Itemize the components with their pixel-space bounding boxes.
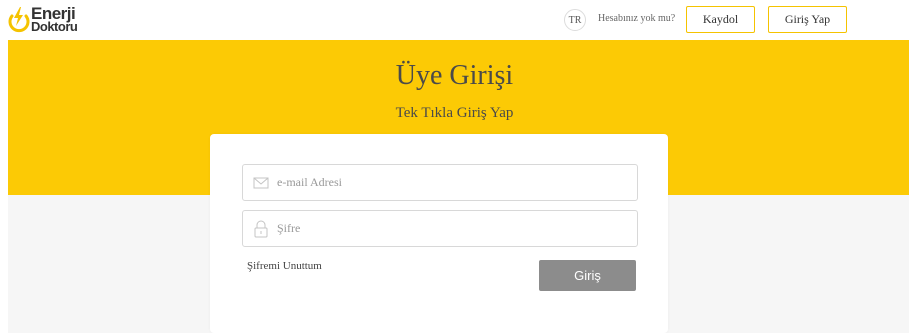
login-card: Şifremi Unuttum Giriş	[210, 134, 668, 333]
page-subtitle: Tek Tıkla Giriş Yap	[395, 105, 514, 121]
no-account-text: Hesabınız yok mu?	[598, 13, 676, 24]
password-input[interactable]	[277, 211, 627, 246]
page-title: Üye Girişi	[395, 60, 514, 91]
header: Enerji Doktoru TR Hesabınız yok mu? Kayd…	[0, 0, 909, 40]
forgot-password-link[interactable]: Şifremi Unuttum	[247, 260, 322, 272]
logo-text-line2: Doktoru	[31, 19, 78, 34]
login-submit-button[interactable]: Giriş	[539, 260, 636, 291]
mail-icon	[253, 174, 269, 192]
signup-button[interactable]: Kaydol	[686, 6, 755, 33]
password-field[interactable]	[242, 210, 638, 247]
header-login-button[interactable]: Giriş Yap	[768, 6, 847, 33]
lock-icon	[253, 220, 269, 238]
energy-bolt-logo-icon	[8, 7, 30, 33]
email-input[interactable]	[277, 165, 627, 200]
logo[interactable]: Enerji Doktoru	[8, 3, 118, 37]
email-field[interactable]	[242, 164, 638, 201]
language-selector[interactable]: TR	[564, 9, 586, 31]
